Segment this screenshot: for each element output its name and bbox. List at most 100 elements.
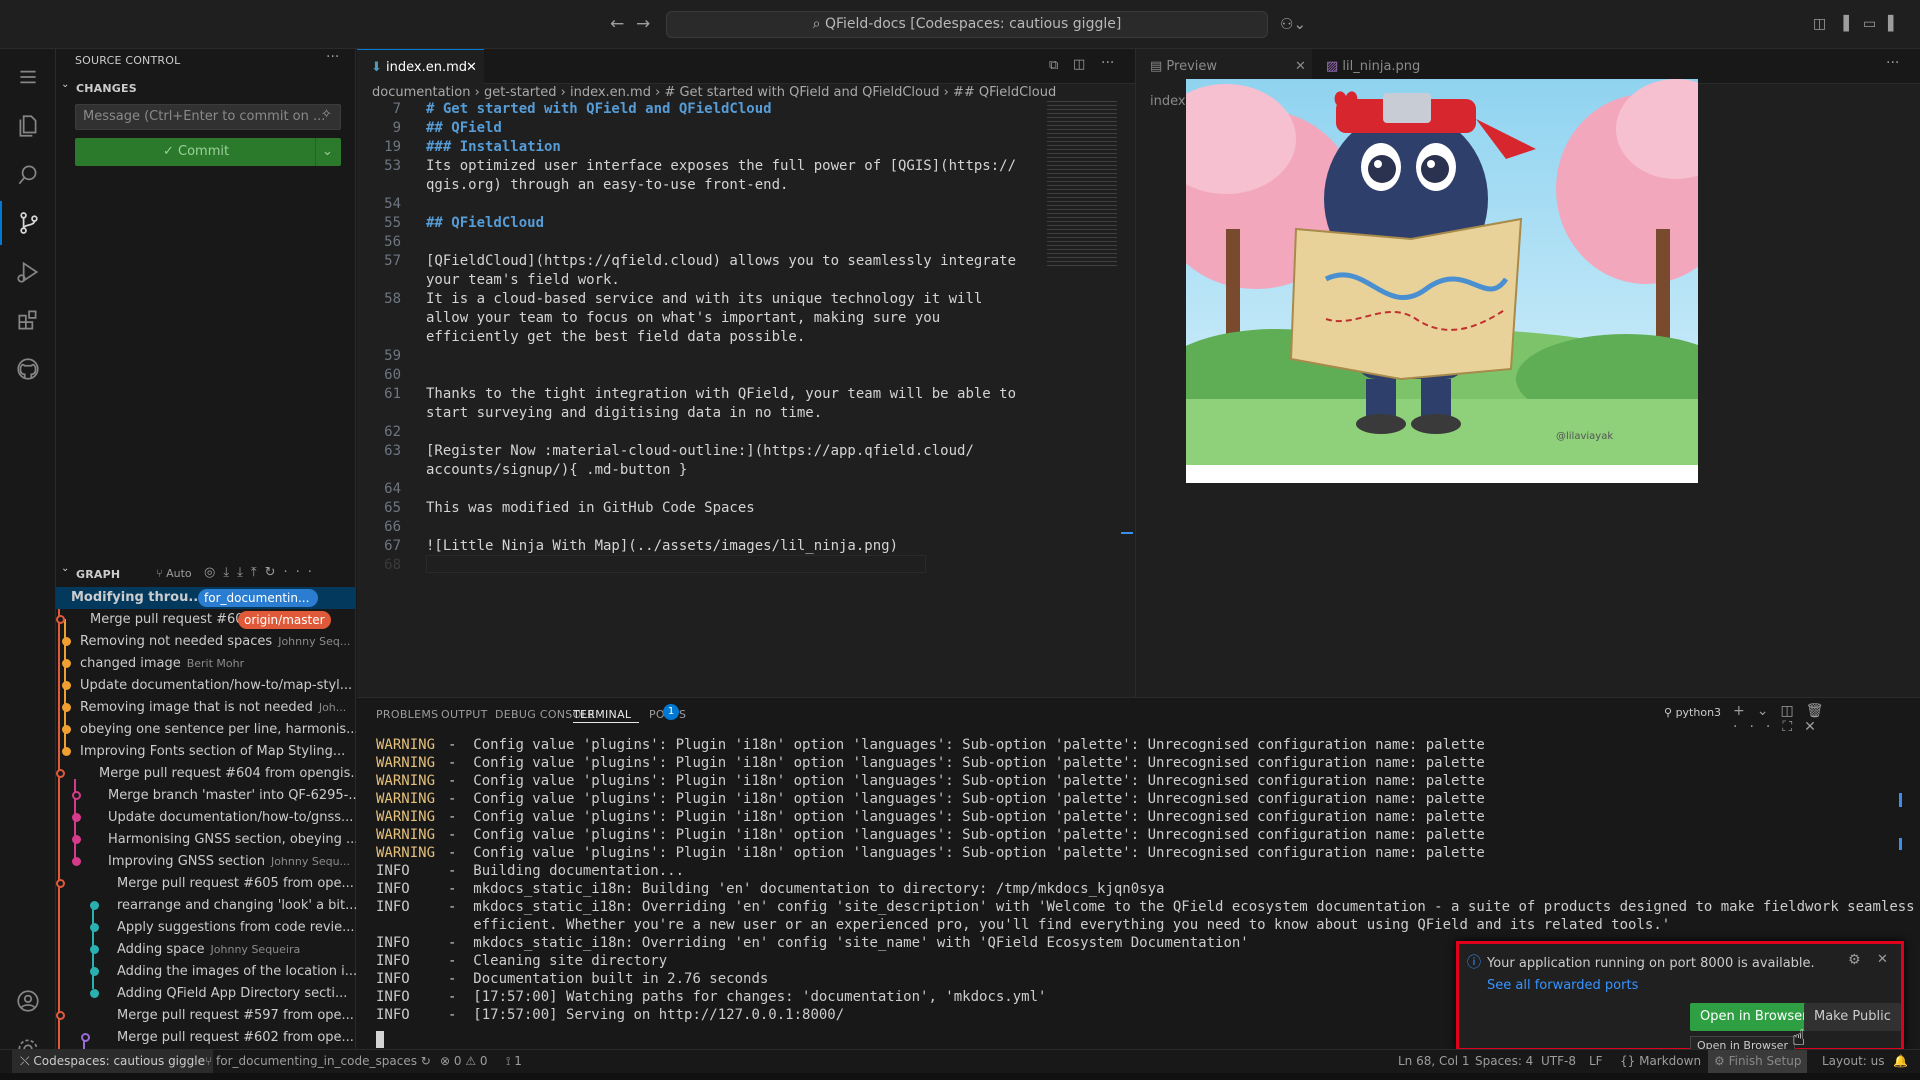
graph-commit-row[interactable]: Merge branch 'master' into QF-6295-... <box>56 785 356 807</box>
split-editor-icon[interactable]: ◫ <box>1073 57 1085 72</box>
graph-commit-row[interactable]: Adding QField App Directory secti... <box>56 983 356 1005</box>
run-debug-icon[interactable] <box>0 250 56 294</box>
search-icon[interactable] <box>0 153 56 197</box>
chevron-down-icon[interactable]: ⌄ <box>61 563 69 574</box>
graph-commit-row[interactable]: obeying one sentence per line, harmonis.… <box>56 719 356 741</box>
breadcrumb-item[interactable]: documentation <box>372 85 470 100</box>
remote-indicator[interactable]: ⤬ Codespaces: cautious giggle <box>12 1050 213 1073</box>
chevron-down-icon[interactable]: ⌄ <box>61 79 69 90</box>
commit-message: Adding QField App Directory secti... <box>117 986 348 1001</box>
menu-icon[interactable] <box>0 55 56 99</box>
scroll-marker <box>1899 838 1902 850</box>
toggle-secondary-sidebar-icon[interactable]: ▌ <box>1888 13 1899 35</box>
graph-toolbar[interactable]: ◎⤓⤓⤒↻··· <box>204 565 320 580</box>
gear-icon[interactable]: ⚙ <box>1848 952 1861 968</box>
graph-commit-row[interactable]: Merge pull request #604 from opengis... <box>56 763 356 785</box>
ports-indicator[interactable]: ⟟ 1 <box>506 1050 522 1073</box>
notifications-bell-icon[interactable]: 🔔 <box>1893 1050 1908 1073</box>
copilot-icon[interactable]: ⚇⌄ <box>1280 13 1306 35</box>
graph-commit-row[interactable]: changed image Berit Mohr <box>56 653 356 675</box>
cursor-position[interactable]: Ln 68, Col 1 <box>1398 1050 1470 1073</box>
graph-commit-row[interactable]: Merge pull request #597 from ope... <box>56 1005 356 1027</box>
command-center-label: QField-docs [Codespaces: cautious giggle… <box>824 16 1122 32</box>
panel-toolbar[interactable]: +⌄◫🗑···⛶✕ <box>1733 703 1920 735</box>
graph-commit-row[interactable]: Adding space Johnny Sequeira <box>56 939 356 961</box>
graph-commit-row[interactable]: rearrange and changing 'look' a bit... <box>56 895 356 917</box>
open-preview-icon[interactable]: ⧉ <box>1049 58 1058 73</box>
minimap[interactable] <box>1047 101 1117 266</box>
panel-tab-problems[interactable]: PROBLEMS <box>376 708 438 721</box>
log-separator: - <box>448 899 474 915</box>
forward-arrow-icon[interactable]: → <box>636 13 650 35</box>
scroll-marker <box>1899 793 1902 807</box>
line-number: 56 <box>384 234 401 250</box>
github-icon[interactable] <box>0 347 56 391</box>
make-public-button[interactable]: Make Public <box>1804 1003 1901 1031</box>
commit-dropdown-icon[interactable]: ⌄ <box>322 138 333 166</box>
graph-auto-toggle[interactable]: ⑂ Auto <box>156 567 192 580</box>
graph-commit-row[interactable]: Improving GNSS section Johnny Sequ... <box>56 851 356 873</box>
port-forward-notification: ⓘ Your application running on port 8000 … <box>1456 941 1904 1056</box>
explorer-icon[interactable] <box>0 104 56 148</box>
graph-header[interactable]: GRAPH <box>76 568 120 581</box>
line-number: 9 <box>392 120 401 136</box>
code-line: your team's field work. <box>426 272 620 288</box>
graph-commit-row[interactable]: Update documentation/how-to/map-styl... <box>56 675 356 697</box>
more-actions-icon[interactable]: ··· <box>1101 55 1114 71</box>
graph-commit-row[interactable]: Merge pull request #605 from ope... <box>56 873 356 895</box>
extensions-icon[interactable] <box>0 298 56 342</box>
graph-commit-row[interactable]: Removing not needed spaces Johnny Seq... <box>56 631 356 653</box>
more-actions-icon[interactable]: ··· <box>1886 55 1899 71</box>
breadcrumb-item[interactable]: # Get started with QField and QFieldClou… <box>664 85 939 100</box>
log-level: INFO <box>376 971 410 987</box>
end-of-line[interactable]: LF <box>1589 1050 1603 1073</box>
remote-icon: ⤬ <box>20 1054 34 1068</box>
problems-indicator[interactable]: ⊗ 0 ⚠ 0 <box>440 1050 488 1073</box>
more-actions-icon[interactable]: ··· <box>326 49 339 65</box>
toggle-sidebar-icon[interactable]: ▐ <box>1838 13 1849 35</box>
sparkle-icon[interactable]: ✧ <box>321 107 332 122</box>
close-icon[interactable]: ✕ <box>1877 952 1888 967</box>
breadcrumb-item[interactable]: get-started <box>484 85 557 100</box>
graph-commit-row[interactable]: Adding the images of the location i... <box>56 961 356 983</box>
command-center[interactable]: ⌕ QField-docs [Codespaces: cautious gigg… <box>666 11 1268 38</box>
customize-layout-icon[interactable]: ◫ <box>1813 13 1826 35</box>
see-all-ports-link[interactable]: See all forwarded ports <box>1487 978 1638 993</box>
changes-header[interactable]: CHANGES <box>76 82 137 95</box>
graph-commit-row[interactable]: Update documentation/how-to/gnss... <box>56 807 356 829</box>
graph-commit-row[interactable]: Apply suggestions from code revie... <box>56 917 356 939</box>
commit-message: Harmonising GNSS section, obeying ... <box>108 832 356 847</box>
breadcrumb-item[interactable]: ## QFieldCloud <box>953 85 1056 100</box>
keyboard-layout[interactable]: Layout: us <box>1822 1050 1885 1073</box>
indentation[interactable]: Spaces: 4 <box>1475 1050 1533 1073</box>
terminal-shell-selector[interactable]: ⚲ python3 <box>1664 706 1721 719</box>
breadcrumb-item[interactable]: index.en.md <box>570 85 651 100</box>
terminal-line: WARNING - Config value 'plugins': Plugin … <box>376 826 1485 844</box>
python-icon: ⚲ <box>1664 706 1676 719</box>
toggle-panel-icon[interactable]: ▭ <box>1863 13 1876 35</box>
graph-commit-row[interactable]: Merge pull request #602 from ope... <box>56 1027 356 1049</box>
graph-commit-row[interactable]: Improving Fonts section of Map Styling..… <box>56 741 356 763</box>
log-message: Documentation built in 2.76 seconds <box>473 971 769 987</box>
current-line-highlight <box>426 555 926 573</box>
tab-index-en-md[interactable]: ⬇ index.en.md ✕ <box>357 49 484 84</box>
commit-message: Removing image that is not needed <box>80 700 313 715</box>
branch-indicator[interactable]: ⑂ for_documenting_in_code_spaces ↻ <box>205 1050 431 1073</box>
log-level: INFO <box>376 935 410 951</box>
graph-commit-row[interactable]: Removing image that is not needed Joh... <box>56 697 356 719</box>
graph-commit-row[interactable]: Harmonising GNSS section, obeying ... <box>56 829 356 851</box>
source-control-icon[interactable] <box>0 201 56 245</box>
encoding[interactable]: UTF-8 <box>1541 1050 1576 1073</box>
accounts-icon[interactable] <box>0 979 56 1023</box>
finish-setup-button[interactable]: ⚙ Finish Setup <box>1708 1050 1808 1073</box>
panel-tab-terminal[interactable]: TERMINAL <box>573 708 631 721</box>
close-icon[interactable]: ✕ <box>466 50 477 85</box>
commit-button[interactable]: ✓ Commit ⌄ <box>75 138 341 166</box>
back-arrow-icon[interactable]: ← <box>610 13 624 35</box>
commit-message-input[interactable]: Message (Ctrl+Enter to commit on ... <box>75 104 341 130</box>
commit-message: rearrange and changing 'look' a bit... <box>117 898 356 913</box>
panel-tab-output[interactable]: OUTPUT <box>441 708 488 721</box>
title-bar: ← → ⌕ QField-docs [Codespaces: cautious … <box>0 0 1920 49</box>
log-separator: - <box>448 989 474 1005</box>
language-mode[interactable]: {} Markdown <box>1620 1050 1701 1073</box>
